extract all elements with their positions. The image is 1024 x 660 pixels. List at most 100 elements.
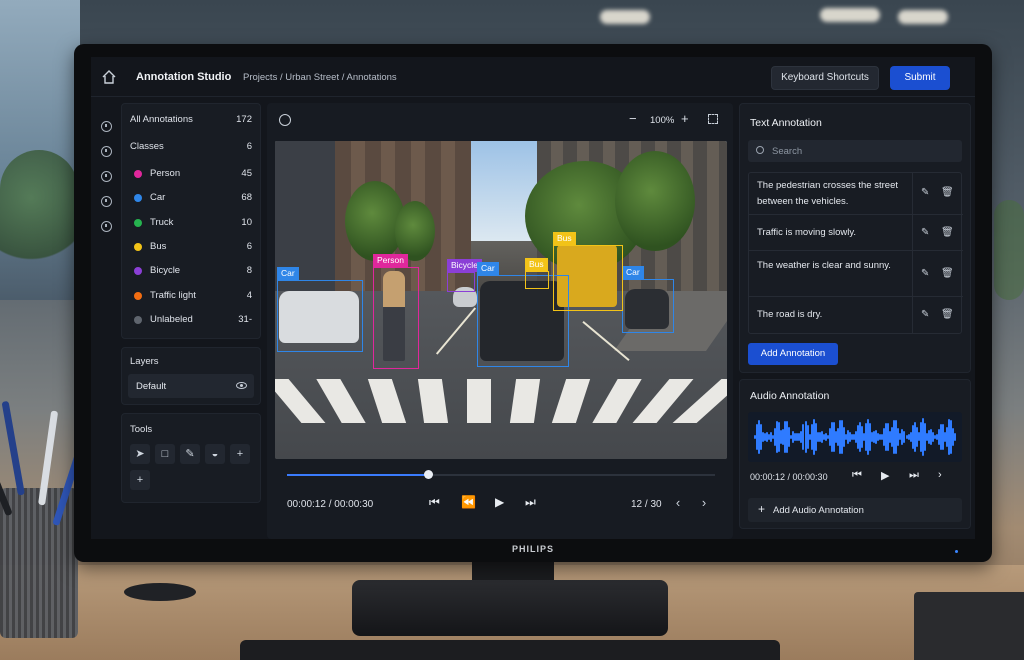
- image-viewer: − 100% + Car Person Bicycle Car Bus Car …: [267, 103, 733, 539]
- top-bar: Annotation Studio Projects / Urban Stree…: [91, 57, 975, 97]
- polygon-icon[interactable]: ◒: [205, 444, 225, 464]
- audio-skip-forward-icon[interactable]: ⏭: [909, 469, 919, 482]
- list-item[interactable]: The weather is clear and sunny. ✎ 🗑: [749, 251, 963, 297]
- edit-icon[interactable]: ✎: [921, 188, 931, 198]
- audio-play-icon[interactable]: ▶: [881, 469, 889, 482]
- history-icon[interactable]: [101, 146, 112, 157]
- home-icon[interactable]: [101, 69, 117, 85]
- next-frame-button[interactable]: ›: [695, 494, 713, 512]
- class-count: 68: [241, 192, 252, 204]
- eye-icon[interactable]: [236, 382, 247, 389]
- class-color-dot: [134, 267, 142, 276]
- pen-icon[interactable]: ✎: [180, 444, 200, 464]
- audio-skip-back-icon[interactable]: ⏮: [852, 469, 862, 482]
- class-label: Car: [150, 192, 166, 204]
- audio-waveform[interactable]: [748, 412, 962, 462]
- tree: [395, 201, 435, 261]
- trash-icon[interactable]: 🗑: [941, 269, 954, 279]
- class-color-dot: [134, 194, 142, 203]
- list-item[interactable]: The pedestrian crosses the street betwee…: [749, 173, 963, 215]
- bbox-person[interactable]: Person: [373, 254, 419, 369]
- audio-next-icon[interactable]: ›: [938, 469, 942, 481]
- timeline-progress: [287, 474, 429, 476]
- add-icon[interactable]: +: [130, 470, 150, 490]
- layers-card: Layers Default: [121, 347, 261, 405]
- divider: [912, 251, 913, 296]
- class-color-dot: [134, 242, 142, 251]
- submit-button[interactable]: Submit: [890, 66, 950, 90]
- info-icon[interactable]: [101, 196, 112, 207]
- bbox-tag: Car: [477, 262, 499, 275]
- skip-start-icon[interactable]: ⏮: [429, 495, 440, 510]
- divider: [912, 215, 913, 250]
- play-icon[interactable]: ▶: [495, 495, 504, 509]
- prev-frame-button[interactable]: ‹: [669, 494, 687, 512]
- trash-icon[interactable]: 🗑: [941, 188, 954, 198]
- add-annotation-button[interactable]: Add Annotation: [748, 343, 838, 365]
- add-audio-annotation-button[interactable]: + Add Audio Annotation: [748, 498, 962, 522]
- class-label: Bus: [150, 240, 167, 252]
- annotation-text: The pedestrian crosses the street betwee…: [757, 180, 898, 207]
- classes-card: All Annotations 172 Classes 6 Person 45 Ca…: [121, 103, 261, 339]
- bbox-tag: Person: [373, 254, 408, 267]
- all-annotations-row[interactable]: All Annotations 172: [130, 114, 252, 125]
- tree: [615, 151, 695, 251]
- skip-end-icon[interactable]: ⏭: [525, 495, 536, 510]
- all-annotations-label: All Annotations: [130, 114, 193, 125]
- edit-icon[interactable]: ✎: [921, 228, 931, 238]
- audio-annotation-title: Audio Annotation: [750, 390, 830, 402]
- bbox-car[interactable]: Car: [277, 267, 363, 352]
- bbox-bus[interactable]: Bus: [553, 232, 623, 311]
- tools-title: Tools: [130, 424, 153, 435]
- ceiling-light: [898, 10, 948, 24]
- audio-annotation-card: Audio Annotation 00:00:12 / 00:00:30 ⏮ ▶…: [739, 379, 971, 529]
- monitor-brand: PHILIPS: [511, 544, 554, 554]
- bbox-bus[interactable]: Bus: [525, 258, 549, 289]
- class-label: Unlabeled: [150, 313, 193, 325]
- left-rail: [91, 103, 119, 539]
- classes-sidebar: All Annotations 172 Classes 6 Person 45 Ca…: [121, 103, 261, 503]
- crosshair-icon[interactable]: +: [230, 444, 250, 464]
- breadcrumb[interactable]: Projects / Urban Street / Annotations: [243, 72, 397, 83]
- edit-icon[interactable]: ✎: [921, 269, 931, 279]
- timeline-handle[interactable]: [424, 470, 434, 479]
- zoom-out-button[interactable]: −: [629, 111, 637, 126]
- list-item[interactable]: Traffic is moving slowly. ✎ 🗑: [749, 215, 963, 251]
- power-led: [955, 550, 958, 553]
- class-color-dot: [134, 170, 142, 178]
- street-image[interactable]: Car Person Bicycle Car Bus Car Bus: [275, 141, 727, 459]
- brightness-icon[interactable]: [279, 114, 291, 126]
- plant: [994, 200, 1024, 300]
- rectangle-icon[interactable]: □: [155, 444, 175, 464]
- fullscreen-icon[interactable]: [708, 114, 718, 124]
- playback-time: 00:00:12 / 00:00:30: [287, 499, 374, 510]
- monitor: PHILIPS Annotation Studio Projects / Urb…: [74, 44, 992, 562]
- keyboard-shortcuts-button[interactable]: Keyboard Shortcuts: [771, 66, 879, 90]
- search-placeholder: Search: [772, 146, 803, 157]
- class-label: Truck: [150, 216, 174, 228]
- list-item[interactable]: The road is dry. ✎ 🗑: [749, 297, 963, 333]
- pointer-icon[interactable]: ➤: [130, 444, 150, 464]
- coaster: [124, 583, 196, 601]
- app-screen: Annotation Studio Projects / Urban Stree…: [91, 57, 975, 539]
- search-input[interactable]: Search: [748, 140, 962, 162]
- edit-icon[interactable]: ✎: [921, 310, 931, 320]
- text-annotation-card: Text Annotation Search The pedestrian cr…: [739, 103, 971, 373]
- bbox-bicycle[interactable]: Bicycle: [447, 259, 482, 292]
- trash-icon[interactable]: 🗑: [941, 228, 954, 238]
- zoom-in-button[interactable]: +: [681, 111, 689, 126]
- trash-icon[interactable]: 🗑: [941, 310, 954, 320]
- bbox-car[interactable]: Car: [622, 266, 674, 333]
- ceiling-light: [600, 10, 650, 24]
- layer-default[interactable]: Default: [128, 374, 254, 398]
- annotation-text: The weather is clear and sunny.: [757, 260, 891, 271]
- clock-icon[interactable]: [101, 221, 112, 232]
- step-back-icon[interactable]: ⏪: [461, 495, 476, 509]
- monitor-stand-base: [352, 580, 668, 636]
- settings-icon[interactable]: [101, 171, 112, 182]
- timeline-scrubber[interactable]: [287, 470, 715, 479]
- home-nav-icon[interactable]: [101, 121, 112, 132]
- class-count: 31-: [238, 313, 252, 325]
- waveform-bar: [953, 432, 956, 442]
- annotation-text: The road is dry.: [757, 309, 823, 320]
